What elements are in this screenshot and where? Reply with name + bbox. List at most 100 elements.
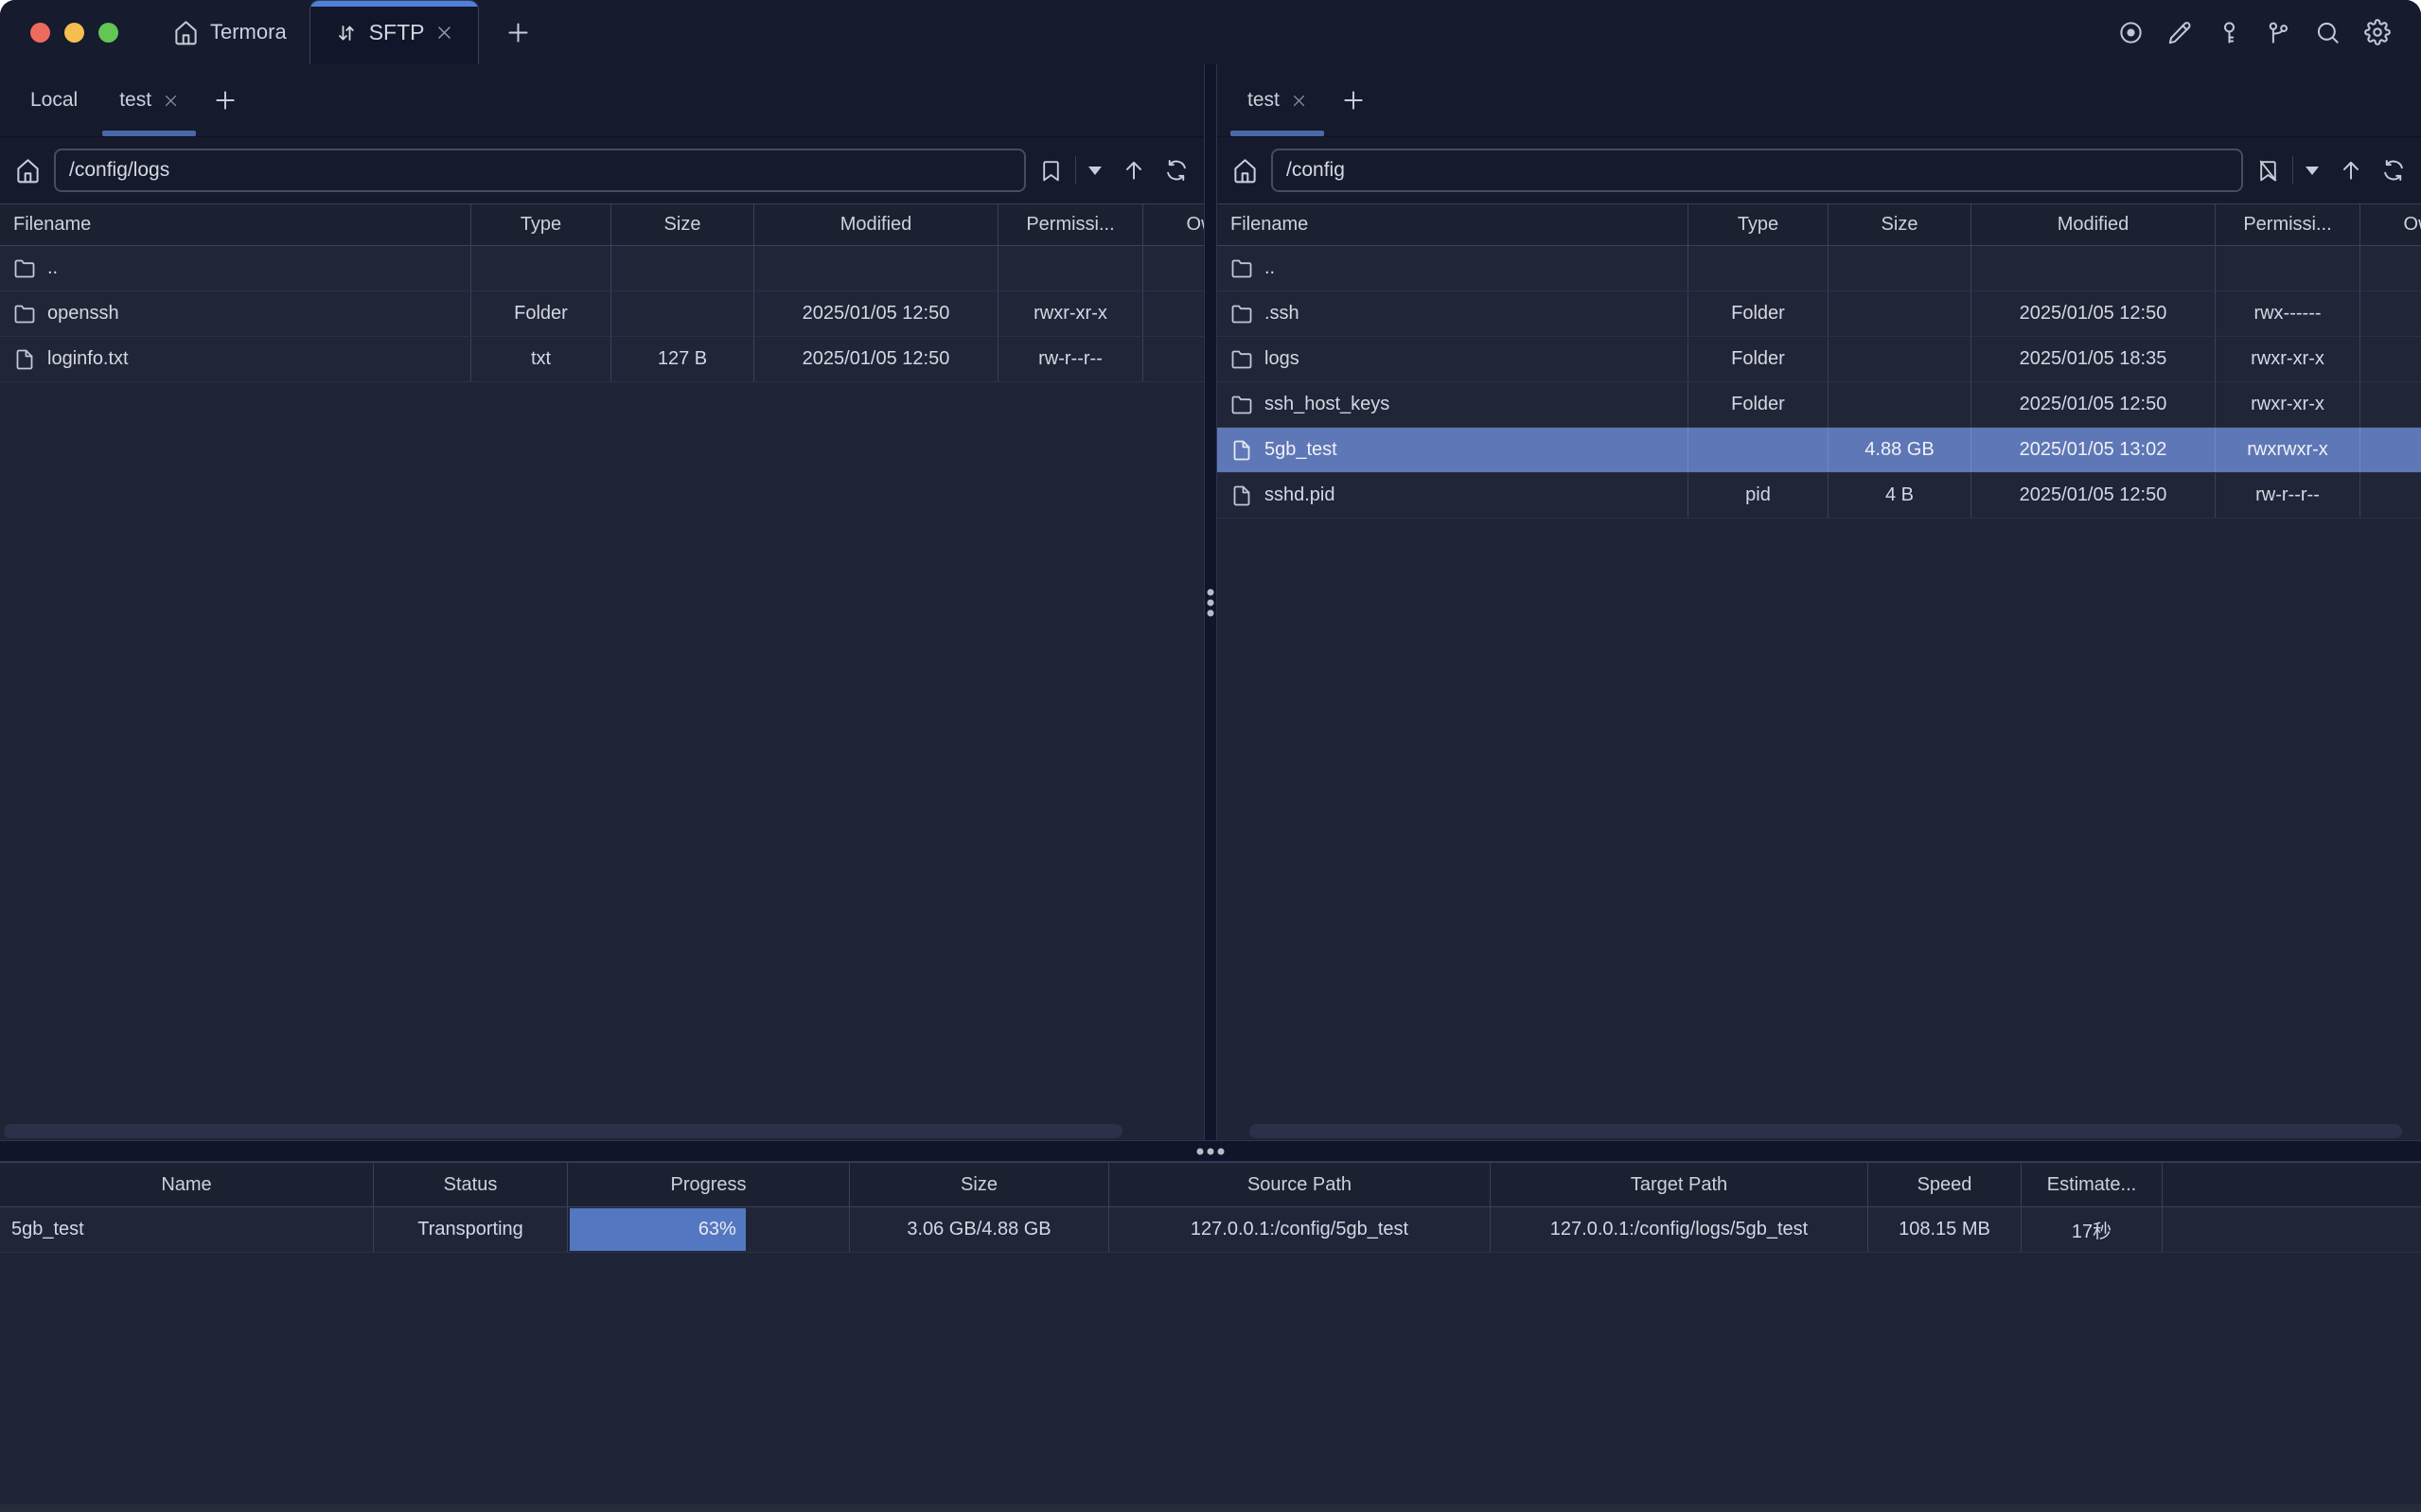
filename: ..	[1264, 257, 1275, 279]
pane-tab-test[interactable]: test	[1227, 64, 1328, 136]
progress-bar: 63%	[570, 1208, 746, 1251]
right-pane-tabbar: test	[1217, 64, 2421, 137]
header-permissions[interactable]: Permissi...	[998, 204, 1143, 245]
home-icon[interactable]	[1232, 158, 1258, 184]
pane-tab-local[interactable]: Local	[9, 64, 98, 136]
table-header-row: Filename Type Size Modified Permissi... …	[1217, 203, 2421, 246]
transfer-target-path: 127.0.0.1:/config/logs/5gb_test	[1491, 1207, 1868, 1252]
table-row[interactable]: openssh Folder 2025/01/05 12:50 rwxr-xr-…	[0, 291, 1204, 337]
edit-icon[interactable]	[2167, 20, 2193, 45]
transfer-header-row: Name Status Progress Size Source Path Ta…	[0, 1162, 2421, 1207]
new-tab-button[interactable]	[505, 0, 531, 64]
header-speed[interactable]: Speed	[1868, 1163, 2022, 1206]
tab-label: SFTP	[369, 20, 425, 45]
table-row[interactable]: .ssh Folder 2025/01/05 12:50 rwx------	[1217, 291, 2421, 337]
folder-icon	[1230, 348, 1253, 371]
header-name[interactable]: Name	[0, 1163, 374, 1206]
dual-pane-area: Local test	[0, 64, 2421, 1140]
file-icon	[13, 348, 36, 371]
transfer-arrows-icon	[335, 22, 358, 44]
filename: ssh_host_keys	[1264, 394, 1389, 415]
record-icon[interactable]	[2118, 20, 2144, 45]
right-file-table: Filename Type Size Modified Permissi... …	[1217, 203, 2421, 519]
path-input[interactable]	[1271, 149, 2243, 192]
table-row[interactable]: loginfo.txt txt 127 B 2025/01/05 12:50 r…	[0, 337, 1204, 382]
key-icon[interactable]	[2217, 20, 2242, 45]
header-estimate[interactable]: Estimate...	[2022, 1163, 2163, 1206]
app-home-tab[interactable]: Termora	[173, 0, 287, 64]
filename: .ssh	[1264, 303, 1299, 325]
table-row[interactable]: sshd.pid pid 4 B 2025/01/05 12:50 rw-r--…	[1217, 473, 2421, 519]
table-row[interactable]: ..	[0, 246, 1204, 291]
arrow-up-icon[interactable]	[2339, 158, 2363, 183]
left-pane-tabbar: Local test	[0, 64, 1204, 137]
header-owner[interactable]: Owner	[2360, 204, 2421, 245]
transfer-source-path: 127.0.0.1:/config/5gb_test	[1109, 1207, 1491, 1252]
tab-sftp[interactable]: SFTP	[309, 0, 480, 64]
folder-icon	[13, 257, 36, 280]
home-icon[interactable]	[15, 158, 41, 184]
refresh-icon[interactable]	[2381, 158, 2406, 183]
transfer-row[interactable]: 5gb_test Transporting 63% 3.06 GB/4.88 G…	[0, 1207, 2421, 1253]
header-source-path[interactable]: Source Path	[1109, 1163, 1491, 1206]
horizontal-scrollbar-thumb[interactable]	[1249, 1124, 2402, 1138]
left-pane: Local test	[0, 64, 1204, 1140]
file-icon	[1230, 439, 1253, 462]
vertical-splitter[interactable]	[1204, 64, 1217, 1140]
minimize-window-button[interactable]	[64, 23, 84, 43]
transfer-name: 5gb_test	[0, 1207, 374, 1252]
add-pane-tab-button[interactable]	[1328, 64, 1379, 136]
header-permissions[interactable]: Permissi...	[2216, 204, 2360, 245]
progress-label: 63%	[698, 1219, 736, 1240]
maximize-window-button[interactable]	[98, 23, 118, 43]
arrow-up-icon[interactable]	[1122, 158, 1146, 183]
horizontal-scrollbar-thumb[interactable]	[4, 1124, 1122, 1138]
header-size[interactable]: Size	[611, 204, 754, 245]
path-input[interactable]	[54, 149, 1026, 192]
header-filename[interactable]: Filename	[1217, 204, 1688, 245]
table-row[interactable]: ssh_host_keys Folder 2025/01/05 12:50 rw…	[1217, 382, 2421, 428]
branch-icon[interactable]	[2266, 20, 2291, 45]
close-window-button[interactable]	[30, 23, 50, 43]
home-icon	[173, 20, 199, 45]
bookmark-icon[interactable]	[1039, 159, 1063, 183]
header-modified[interactable]: Modified	[1971, 204, 2216, 245]
folder-icon	[13, 303, 36, 325]
table-header-row: Filename Type Size Modified Permissi... …	[0, 203, 1204, 246]
header-size[interactable]: Size	[850, 1163, 1109, 1206]
header-filename[interactable]: Filename	[0, 204, 471, 245]
transfer-speed: 108.15 MB	[1868, 1207, 2022, 1252]
header-type[interactable]: Type	[1688, 204, 1829, 245]
left-pathbar	[0, 137, 1204, 203]
settings-gear-icon[interactable]	[2364, 19, 2391, 45]
header-type[interactable]: Type	[471, 204, 611, 245]
add-pane-tab-button[interactable]	[200, 64, 251, 136]
table-row-selected[interactable]: 5gb_test 4.88 GB 2025/01/05 13:02 rwxrwx…	[1217, 428, 2421, 473]
table-row[interactable]: ..	[1217, 246, 2421, 291]
close-icon[interactable]	[163, 93, 179, 109]
transfer-progress-cell: 63%	[568, 1207, 850, 1252]
traffic-lights	[0, 0, 118, 64]
folder-icon	[1230, 303, 1253, 325]
close-icon[interactable]	[435, 24, 453, 42]
header-status[interactable]: Status	[374, 1163, 568, 1206]
table-row[interactable]: logs Folder 2025/01/05 18:35 rwxr-xr-x	[1217, 337, 2421, 382]
right-pane: test	[1217, 64, 2421, 1140]
caret-down-icon[interactable]	[2306, 167, 2319, 175]
header-size[interactable]: Size	[1829, 204, 1971, 245]
pane-tab-test[interactable]: test	[98, 64, 200, 136]
search-icon[interactable]	[2315, 20, 2341, 45]
folder-icon	[1230, 257, 1253, 280]
header-progress[interactable]: Progress	[568, 1163, 850, 1206]
horizontal-splitter[interactable]	[0, 1140, 2421, 1162]
header-target-path[interactable]: Target Path	[1491, 1163, 1868, 1206]
filename: openssh	[47, 303, 119, 325]
header-modified[interactable]: Modified	[754, 204, 998, 245]
close-icon[interactable]	[1291, 93, 1307, 109]
filename: 5gb_test	[1264, 439, 1337, 461]
bookmark-slash-icon[interactable]	[2256, 159, 2280, 183]
caret-down-icon[interactable]	[1088, 167, 1102, 175]
header-owner[interactable]: Owner	[1143, 204, 1204, 245]
title-bar: Termora SFTP	[0, 0, 2421, 64]
refresh-icon[interactable]	[1164, 158, 1189, 183]
